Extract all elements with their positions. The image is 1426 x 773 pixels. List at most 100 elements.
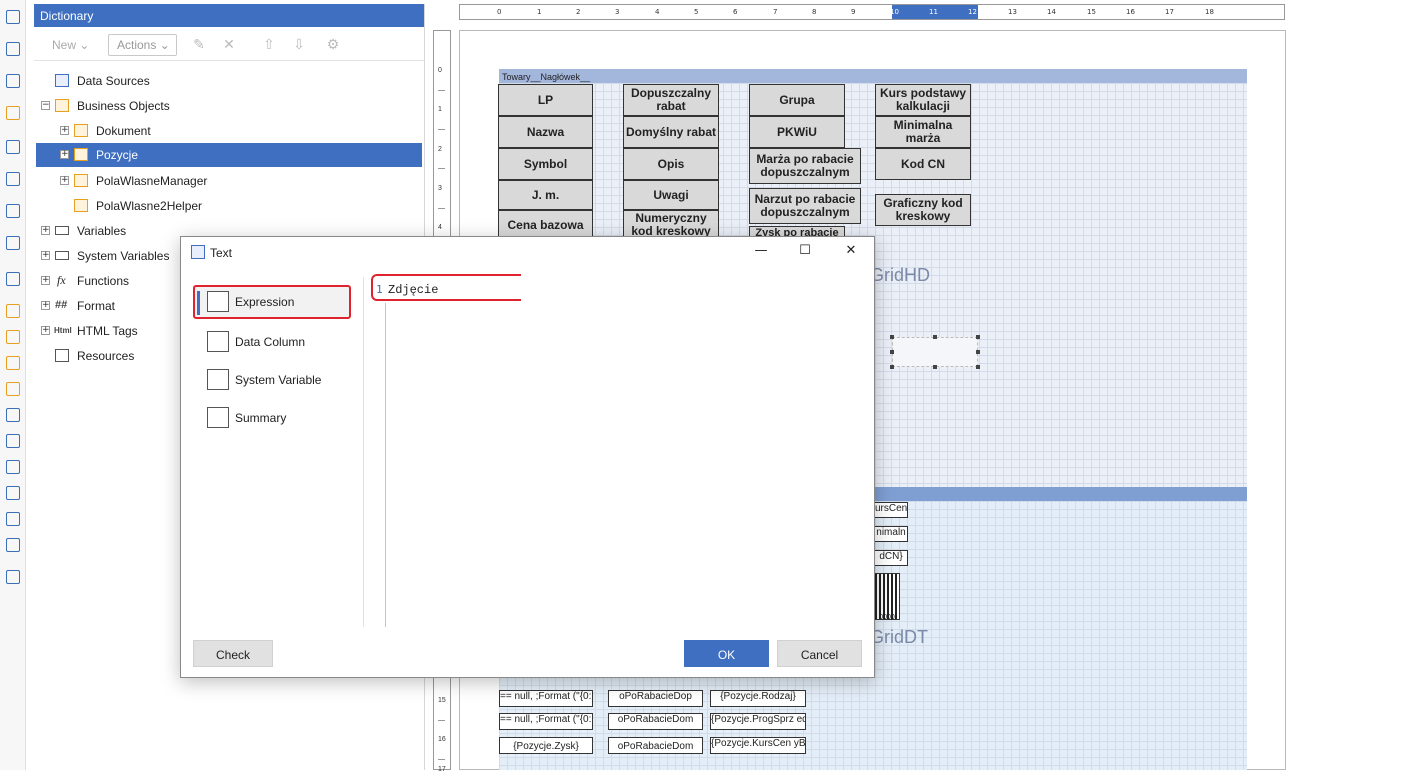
expression-text[interactable]: Zdjęcie <box>388 283 438 297</box>
chart-icon[interactable] <box>6 204 20 218</box>
report-tree-icon[interactable] <box>6 10 20 24</box>
category-data-column[interactable]: Data Column <box>193 325 351 359</box>
header-cell[interactable]: Symbol <box>498 148 593 180</box>
header-cell[interactable]: Marża po rabacie dopuszczalnym <box>749 148 861 184</box>
header-cell[interactable]: J. m. <box>498 180 593 210</box>
header-band-bar[interactable]: Towary__Nagłówek__ <box>499 69 1247 83</box>
resize-handle[interactable] <box>976 335 980 339</box>
resize-handle[interactable] <box>890 350 894 354</box>
resize-handle[interactable] <box>890 365 894 369</box>
header-cell[interactable]: LP <box>498 84 593 116</box>
header-cell[interactable]: Uwagi <box>623 180 719 210</box>
expression-editor[interactable]: 1 Zdjęcie <box>369 271 689 627</box>
horizontal-ruler: 0 1 2 3 4 5 6 7 8 9 10 11 12 13 14 15 16… <box>459 4 1285 20</box>
tree-item-label: Variables <box>77 224 127 238</box>
data-cell[interactable]: oPoRabacieDom <box>608 737 703 754</box>
category-summary[interactable]: Summary <box>193 401 351 435</box>
resize-handle[interactable] <box>976 350 980 354</box>
category-expression[interactable]: Expression <box>193 285 351 319</box>
expand-icon[interactable]: + <box>41 251 50 260</box>
new-button[interactable]: New ⌄ <box>52 34 89 56</box>
data-cell[interactable]: dCN} <box>874 550 908 566</box>
ruler-tick: 15 <box>438 697 446 704</box>
band-icon[interactable] <box>6 460 20 474</box>
header-cell[interactable]: Graficzny kod kreskowy <box>875 194 971 226</box>
move-up-icon[interactable]: ⇧ <box>262 37 276 51</box>
header-cell[interactable]: Domyślny rabat <box>623 116 719 148</box>
resize-handle[interactable] <box>890 335 894 339</box>
expand-icon[interactable]: + <box>41 301 50 310</box>
data-cell[interactable]: oPoRabacieDom <box>608 713 703 730</box>
band-icon[interactable] <box>6 304 20 318</box>
tree-item-data-sources[interactable]: Data Sources <box>34 69 422 93</box>
gauge-icon[interactable] <box>6 236 20 250</box>
text-icon[interactable] <box>6 512 20 526</box>
data-cell[interactable]: nimaln <box>874 526 908 542</box>
band-icon[interactable] <box>6 486 20 500</box>
tree-item-pozycje[interactable]: + Pozycje <box>36 143 422 167</box>
header-cell[interactable]: Kurs podstawy kalkulacji <box>875 84 971 116</box>
data-cell[interactable]: {Pozycje.Rodzaj} <box>710 690 806 707</box>
selected-component[interactable] <box>892 337 978 367</box>
expand-icon[interactable]: + <box>60 176 69 185</box>
header-cell[interactable]: Minimalna marża <box>875 116 971 148</box>
data-column-icon <box>207 331 229 352</box>
tools-icon[interactable] <box>6 570 20 584</box>
cancel-button[interactable]: Cancel <box>777 640 862 667</box>
data-cell[interactable]: {Pozycje.KursCen yBazowej} <box>710 737 806 754</box>
expand-icon[interactable]: + <box>41 276 50 285</box>
band-icon[interactable] <box>6 330 20 344</box>
ok-button[interactable]: OK <box>684 640 769 667</box>
close-button[interactable]: ✕ <box>841 243 861 261</box>
header-cell[interactable]: Grupa <box>749 84 845 116</box>
image-icon[interactable] <box>6 538 20 552</box>
tree-item-business-objects[interactable]: − Business Objects <box>34 94 422 118</box>
business-object-icon <box>74 124 88 137</box>
header-cell[interactable]: Kod CN <box>875 148 971 180</box>
header-cell[interactable]: Nazwa <box>498 116 593 148</box>
expand-icon[interactable]: + <box>60 150 69 159</box>
pen-icon[interactable] <box>6 106 20 120</box>
edit-icon[interactable]: ✎ <box>192 37 206 51</box>
dialog-title: Text <box>210 246 233 260</box>
move-down-icon[interactable]: ⇩ <box>292 37 306 51</box>
band-icon[interactable] <box>6 408 20 422</box>
barcode-cell[interactable]: 0000 <box>874 573 900 620</box>
header-cell[interactable]: Dopuszczalny rabat <box>623 84 719 116</box>
data-cell[interactable]: ursCen rabucja} <box>874 502 908 518</box>
delete-icon[interactable]: ✕ <box>222 37 236 51</box>
header-cell[interactable]: Opis <box>623 148 719 180</box>
tree-item-polawlasnemanager[interactable]: + PolaWlasneManager <box>34 169 422 193</box>
map-icon[interactable] <box>6 272 20 286</box>
resize-handle[interactable] <box>933 365 937 369</box>
table-icon[interactable] <box>6 42 20 56</box>
barcode-icon[interactable] <box>6 140 20 154</box>
data-cell[interactable]: {Pozycje.ProgSprz edazy} <box>710 713 806 730</box>
dialog-divider <box>363 277 364 627</box>
band-icon[interactable] <box>6 356 20 370</box>
header-cell[interactable]: Narzut po rabacie dopuszczalnym <box>749 188 861 224</box>
maximize-button[interactable]: ☐ <box>795 243 815 261</box>
tree-item-dokument[interactable]: + Dokument <box>34 119 422 143</box>
tree-item-polawlasne2helper[interactable]: PolaWlasne2Helper <box>34 194 422 218</box>
minimize-button[interactable]: — <box>751 243 771 261</box>
data-cell[interactable]: oPoRabacieDop <box>608 690 703 707</box>
data-cell[interactable]: {Pozycje.Zysk} <box>499 737 593 754</box>
shapes-icon[interactable] <box>6 172 20 186</box>
resize-handle[interactable] <box>933 335 937 339</box>
band-icon[interactable] <box>6 382 20 396</box>
category-system-variable[interactable]: System Variable <box>193 363 351 397</box>
expand-icon[interactable]: + <box>60 126 69 135</box>
header-cell[interactable]: PKWiU <box>749 116 845 148</box>
settings-icon[interactable]: ⚙ <box>326 37 340 51</box>
data-cell[interactable]: == null, ;Format ("{0:F}" <box>499 690 593 707</box>
collapse-icon[interactable]: − <box>41 101 50 110</box>
band-icon[interactable] <box>6 434 20 448</box>
resize-handle[interactable] <box>976 365 980 369</box>
panel-icon[interactable] <box>6 74 20 88</box>
expand-icon[interactable]: + <box>41 226 50 235</box>
data-cell[interactable]: == null, ;Format ("{0:F}" <box>499 713 593 730</box>
expand-icon[interactable]: + <box>41 326 50 335</box>
actions-button[interactable]: Actions ⌄ <box>108 34 177 56</box>
check-button[interactable]: Check <box>193 640 273 667</box>
